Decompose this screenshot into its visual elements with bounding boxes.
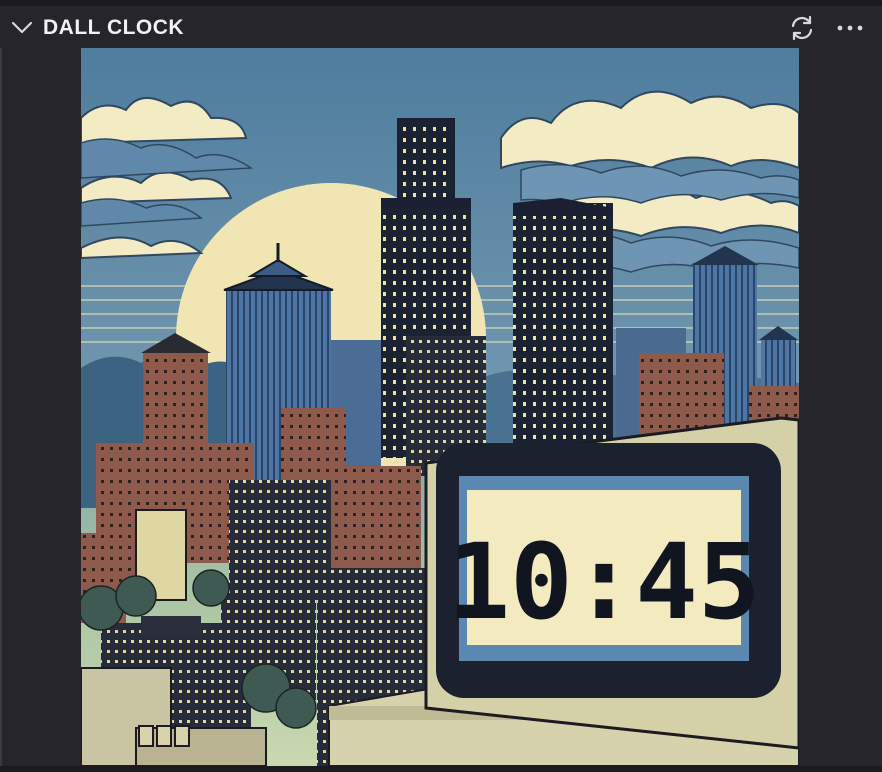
clock-time-display: 10:45 <box>447 521 760 643</box>
left-edge <box>0 48 2 772</box>
more-horizontal-icon[interactable] <box>833 14 867 42</box>
panel-header: DALL CLOCK <box>0 6 882 48</box>
refresh-icon[interactable] <box>786 14 818 42</box>
dall-clock-panel: DALL CLOCK 10:45 <box>0 0 882 772</box>
panel-title: DALL CLOCK <box>43 16 185 39</box>
chevron-down-icon[interactable] <box>10 18 34 36</box>
bottom-divider <box>0 766 882 772</box>
generated-clock-image: 10:45 <box>81 48 799 766</box>
digital-clock: 10:45 <box>424 416 799 750</box>
